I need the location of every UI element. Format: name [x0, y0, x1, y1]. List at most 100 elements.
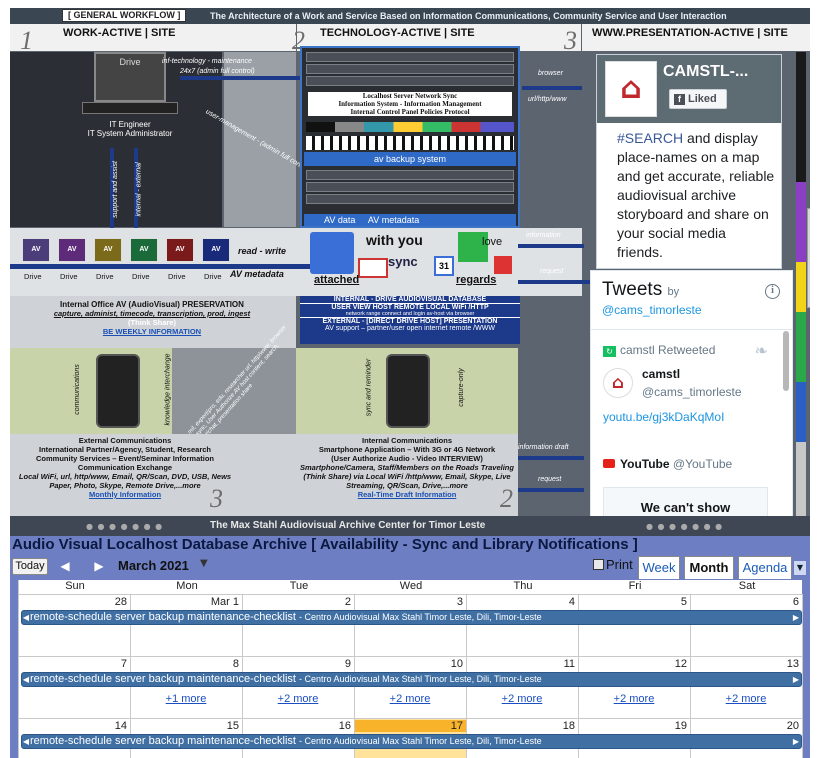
- knowledge-label: knowledge interchange: [164, 353, 172, 426]
- monthly-info-link[interactable]: Monthly Information: [12, 490, 238, 499]
- camstl-logo-icon[interactable]: ⌂: [605, 61, 657, 117]
- server-rack: Localhost Server Network Sync Informatio…: [300, 46, 520, 228]
- facebook-post: #SEARCH and display place-names on a map…: [617, 129, 775, 262]
- more-events-link[interactable]: +2 more: [690, 693, 802, 705]
- arrow-info-draft: [518, 456, 584, 460]
- server-line-2: Information System - Information Managem…: [308, 100, 512, 108]
- drive-label: Drive: [96, 272, 114, 281]
- event-bar[interactable]: ◀remote-schedule server backup maintenan…: [21, 672, 802, 687]
- chevron-down-icon[interactable]: ▼: [793, 560, 807, 576]
- today-button[interactable]: Today: [12, 558, 48, 575]
- day-cell[interactable]: 13 +2 more: [691, 656, 803, 718]
- day-number[interactable]: 4: [569, 596, 575, 608]
- color-strip: [796, 52, 806, 182]
- weekday-header: Wed: [399, 580, 423, 592]
- external-comm-panel: [10, 348, 172, 434]
- day-number[interactable]: 20: [787, 720, 799, 732]
- day-number[interactable]: 18: [563, 720, 575, 732]
- avatar[interactable]: ⌂: [603, 368, 633, 398]
- chevron-down-icon[interactable]: ▼: [200, 558, 208, 569]
- tweet-user-name[interactable]: camstl: [642, 367, 680, 381]
- db-line-4: EXTERNAL - [DIRECT DRIVE HOST] PRESENTAT…: [300, 317, 520, 325]
- tweet-link[interactable]: youtu.be/gj3kDaKqMoI: [603, 410, 724, 424]
- day-number[interactable]: 7: [121, 658, 127, 670]
- day-cell[interactable]: 6: [691, 594, 803, 656]
- event-bar[interactable]: ◀remote-schedule server backup maintenan…: [21, 610, 802, 625]
- day-number[interactable]: 3: [457, 596, 463, 608]
- hashtag-link[interactable]: #SEARCH: [617, 130, 683, 146]
- weekly-info-link[interactable]: BE WEEKLY INFORMATION: [14, 327, 290, 336]
- tab-week[interactable]: Week: [638, 556, 680, 579]
- day-cell[interactable]: 4: [467, 594, 579, 656]
- print-button[interactable]: Print: [593, 557, 633, 572]
- current-month[interactable]: March 2021: [118, 558, 189, 573]
- next-month-button[interactable]: ▶: [90, 558, 108, 575]
- more-events-link[interactable]: +2 more: [354, 693, 466, 705]
- day-number[interactable]: 2: [345, 596, 351, 608]
- day-cell[interactable]: 28: [19, 594, 131, 656]
- day-cell[interactable]: Mar 1: [131, 594, 243, 656]
- more-events-link[interactable]: +1 more: [130, 693, 242, 705]
- day-number[interactable]: 12: [675, 658, 687, 670]
- day-number[interactable]: 28: [115, 596, 127, 608]
- with-you-label: with you: [366, 232, 423, 248]
- day-cell[interactable]: 9 +2 more: [243, 656, 355, 718]
- diagram-header-title: The Architecture of a Work and Service B…: [210, 11, 727, 21]
- day-number[interactable]: 9: [345, 658, 351, 670]
- drive-icon: AV: [130, 238, 158, 262]
- info-icon[interactable]: i: [765, 284, 780, 299]
- day-number[interactable]: 13: [787, 658, 799, 670]
- day-number[interactable]: 15: [227, 720, 239, 732]
- drive-icon: AV: [58, 238, 86, 262]
- facebook-liked-button[interactable]: f Liked: [669, 89, 727, 109]
- event-title: remote-schedule server backup maintenanc…: [30, 673, 300, 685]
- av-data-label: AV data AV metadata: [304, 214, 516, 226]
- day-number[interactable]: Mar 1: [211, 596, 239, 608]
- twitter-widget[interactable]: Tweets by i @cams_timorleste ↻ camstl Ret…: [590, 270, 793, 532]
- day-number[interactable]: 19: [675, 720, 687, 732]
- day-number[interactable]: 11: [564, 658, 575, 670]
- day-number[interactable]: 10: [451, 658, 463, 670]
- day-number[interactable]: 8: [233, 658, 239, 670]
- day-cell[interactable]: 8 +1 more: [131, 656, 243, 718]
- day-number[interactable]: 5: [681, 596, 687, 608]
- day-cell[interactable]: 10 +2 more: [355, 656, 467, 718]
- day-cell[interactable]: 5: [579, 594, 691, 656]
- day-cell[interactable]: 7: [19, 656, 131, 718]
- day-cell[interactable]: 12 +2 more: [579, 656, 691, 718]
- calendar-title: Audio Visual Localhost Database Archive …: [12, 536, 638, 553]
- it-engineer-label: IT Engineer IT System Administrator: [70, 120, 190, 138]
- db-line-5: AV support – partner/user open internet …: [325, 325, 495, 332]
- drive-icon: AV: [94, 238, 122, 262]
- day-cell[interactable]: 2: [243, 594, 355, 656]
- tweet-user-handle[interactable]: @cams_timorleste: [642, 385, 742, 399]
- day-number[interactable]: 17: [355, 720, 466, 732]
- day-number[interactable]: 14: [115, 720, 127, 732]
- more-events-link[interactable]: +2 more: [466, 693, 578, 705]
- scrollbar[interactable]: [783, 331, 789, 391]
- day-number[interactable]: 16: [339, 720, 351, 732]
- day-cell[interactable]: 3: [355, 594, 467, 656]
- facebook-widget[interactable]: ⌂ CAMSTL-... f Liked #SEARCH and display …: [596, 54, 782, 269]
- capture-only-label: capture-only: [457, 368, 465, 407]
- tab-month[interactable]: Month: [684, 556, 734, 579]
- twitter-bird-icon[interactable]: ❧: [755, 341, 768, 360]
- day-number[interactable]: 6: [793, 596, 799, 608]
- column-title-work: WORK-ACTIVE | SITE: [63, 27, 176, 39]
- more-events-link[interactable]: +2 more: [578, 693, 690, 705]
- realtime-info-link[interactable]: Real-Time Draft Information: [300, 490, 514, 499]
- url-http-label: url/http/www: [528, 96, 567, 103]
- prev-month-button[interactable]: ◀: [56, 558, 74, 575]
- twitter-handle-link[interactable]: @cams_timorleste: [602, 303, 702, 317]
- more-events-link[interactable]: +2 more: [242, 693, 354, 705]
- facebook-page-name[interactable]: CAMSTL-...: [663, 63, 748, 81]
- communications-label: communications: [73, 364, 81, 415]
- tab-agenda[interactable]: Agenda: [738, 556, 792, 579]
- sync-reminder-label: sync and reminder: [365, 358, 373, 417]
- arrow-request: [518, 280, 592, 284]
- event-bar[interactable]: ◀remote-schedule server backup maintenan…: [21, 734, 802, 749]
- year-side-tab[interactable]: 2 0 2 1: [807, 208, 810, 308]
- post-text: and display place-names on a map and get…: [617, 130, 775, 260]
- youtube-mention[interactable]: YouTube @YouTube: [603, 457, 732, 471]
- day-cell[interactable]: 11 +2 more: [467, 656, 579, 718]
